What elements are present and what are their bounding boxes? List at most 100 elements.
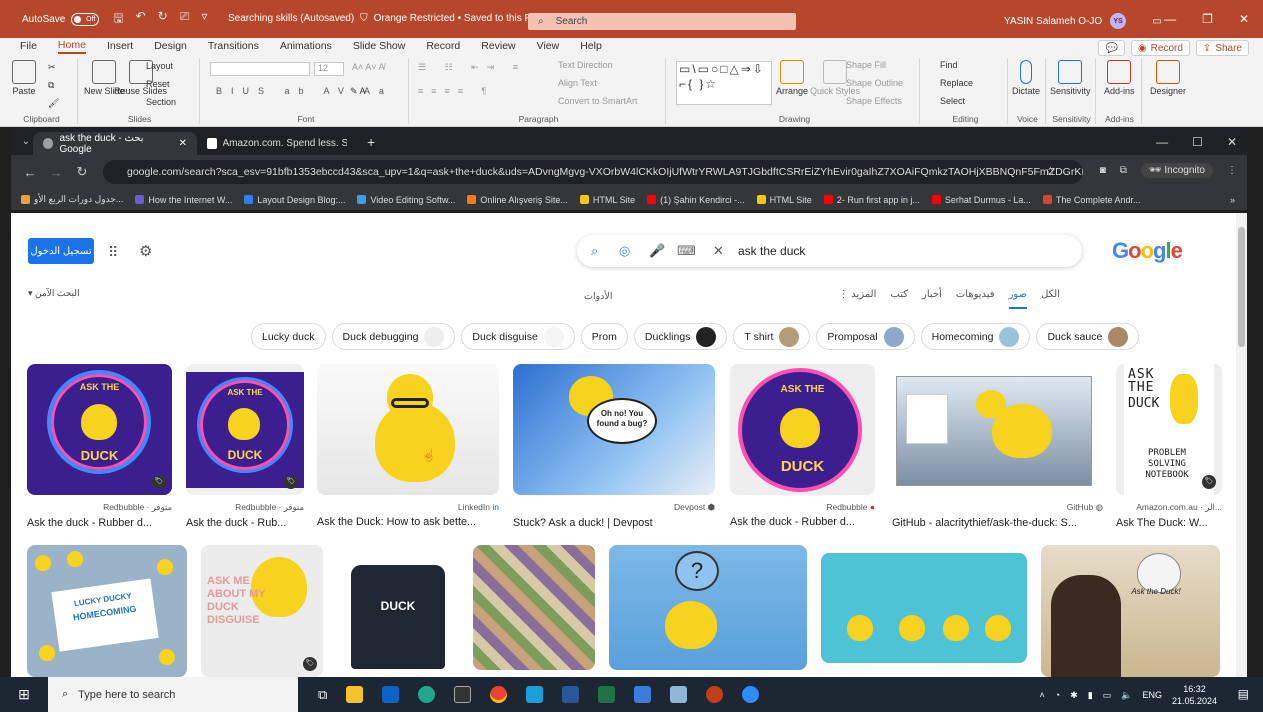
image-result[interactable] — [821, 553, 1027, 663]
reload-icon[interactable]: ↻ — [75, 164, 89, 180]
bookmark-item[interactable]: HTML Site — [579, 195, 635, 205]
bookmark-item[interactable]: Online Alışveriş Site... — [467, 195, 568, 205]
reset-button[interactable]: Reset — [146, 79, 170, 89]
keyboard-icon[interactable]: ⌨ — [677, 243, 696, 259]
tab-help[interactable]: Help — [580, 40, 602, 52]
shapes-gallery[interactable]: ▭\▭○□△⇒⇩ ⌐{ }☆ — [676, 61, 772, 105]
tools-button[interactable]: الأدوات — [584, 291, 612, 302]
select-button[interactable]: Select — [940, 96, 965, 106]
paste-button[interactable]: Paste — [12, 60, 36, 96]
result-title[interactable]: Ask the Duck: How to ask bette... — [317, 516, 499, 528]
clock[interactable]: 16:32 21.05.2024 — [1172, 683, 1217, 707]
find-button[interactable]: Find — [940, 60, 958, 70]
bookmark-item[interactable]: (1) Şahin Kendirci -... — [647, 195, 745, 205]
copy-icon[interactable]: ⧉ — [48, 80, 54, 91]
image-result[interactable]: ☝ LinkedIn in Ask the Duck: How to ask b… — [317, 364, 499, 528]
tab-review[interactable]: Review — [481, 40, 515, 52]
shape-effects-button[interactable]: Shape Effects — [846, 96, 902, 106]
image-result[interactable]: ASK THE DUCK PROBLEM SOLVING NOTEBOOK 🏷 … — [1116, 364, 1222, 529]
arrange-button[interactable]: Arrange — [776, 60, 808, 96]
tab-animations[interactable]: Animations — [280, 40, 332, 52]
chip-t-shirt[interactable]: T shirt — [733, 323, 811, 350]
volume-icon[interactable]: 🔈 — [1121, 690, 1132, 701]
outlook-icon[interactable] — [382, 686, 400, 703]
maximize-icon[interactable]: ☐ — [1192, 135, 1203, 149]
section-button[interactable]: Section — [146, 97, 176, 107]
image-result[interactable]: ASK ME ABOUT MY DUCK DISGUISE 🏷 — [201, 545, 323, 677]
bookmark-item[interactable]: The Complete Andr... — [1042, 195, 1140, 205]
result-thumbnail[interactable]: DUCK — [337, 545, 459, 677]
image-result[interactable]: GitHub ◍ GitHub - alacritythief/ask-the-… — [892, 364, 1103, 529]
bookmark-item[interactable]: Serhat Durmus - La... — [931, 195, 1031, 205]
redo-icon[interactable]: ↻ — [158, 9, 168, 30]
app-icon[interactable] — [454, 686, 472, 703]
document-title[interactable]: Searching skills (Autosaved) ⛉ Orange Re… — [228, 13, 553, 24]
menu-icon[interactable]: ⋮ — [1227, 165, 1237, 176]
result-title[interactable]: Stuck? Ask a duck! | Devpost — [513, 517, 715, 529]
google-logo[interactable]: Google — [1112, 238, 1183, 264]
close-icon[interactable]: ✕ — [1239, 12, 1249, 26]
image-result[interactable]: ASK THE DUCK 🏷 Redbubble · متوفر Ask the… — [186, 364, 304, 529]
format-painter-icon[interactable]: 🖌 — [48, 98, 59, 109]
tab-home[interactable]: Home — [57, 39, 86, 54]
minimize-icon[interactable]: — — [1156, 135, 1168, 149]
file-explorer-icon[interactable] — [346, 686, 364, 703]
designer-button[interactable]: Designer — [1150, 60, 1186, 96]
search-icon[interactable]: ⌕ — [591, 243, 598, 259]
app-icon[interactable] — [526, 686, 544, 703]
display-icon[interactable]: ▭ — [1103, 690, 1112, 701]
tab-record[interactable]: Record — [426, 40, 460, 52]
chip-duck-disguise[interactable]: Duck disguise — [461, 323, 575, 350]
back-icon[interactable]: ← — [23, 165, 37, 180]
close-icon[interactable]: ✕ — [1227, 135, 1237, 149]
record-button[interactable]: ◉ Record — [1130, 40, 1190, 56]
layout-button[interactable]: Layout — [146, 61, 173, 71]
chip-lucky-duck[interactable]: Lucky duck — [251, 323, 326, 350]
result-thumbnail[interactable]: Ask the Duck! — [1041, 545, 1220, 677]
ppt-search-box[interactable]: ⌕ Search — [528, 13, 796, 30]
notification-icon[interactable]: ▤ — [1238, 687, 1249, 701]
gear-icon[interactable]: ⚙ — [139, 242, 152, 260]
close-tab-icon[interactable]: ✕ — [179, 138, 187, 149]
font-size-box[interactable]: 12 — [314, 62, 344, 76]
font-format-icons[interactable]: BIUS ab AV Aa — [216, 86, 393, 96]
browser-tab-google[interactable]: ask the duck - بحث Google ✕ — [33, 131, 197, 156]
chip-prom[interactable]: Prom — [580, 323, 628, 350]
tab-all[interactable]: الكل — [1041, 289, 1060, 309]
google-search-box[interactable]: ⌕ ◎ 🎤 ⌨ ✕ ask the duck — [577, 235, 1082, 267]
result-thumbnail[interactable] — [473, 545, 595, 670]
share-button[interactable]: ⇪ Share — [1195, 40, 1249, 56]
microphone-icon[interactable]: 🎤 — [649, 243, 665, 259]
restore-icon[interactable]: ❐ — [1202, 12, 1213, 26]
minimize-icon[interactable]: — — [1164, 12, 1176, 26]
forward-icon[interactable]: → — [49, 165, 63, 180]
result-thumbnail[interactable]: ASK THE DUCK 🏷 — [27, 364, 172, 495]
bookmark-item[interactable]: 2- Run first app in j... — [823, 195, 920, 205]
result-title[interactable]: Ask the duck - Rubber d... — [27, 517, 172, 529]
tab-view[interactable]: View — [537, 40, 560, 52]
chip-duck-sauce[interactable]: Duck sauce — [1036, 323, 1140, 350]
result-thumbnail[interactable] — [821, 553, 1027, 663]
image-result[interactable]: ASK THE DUCK Redbubble ● Ask the duck - … — [730, 364, 875, 528]
tab-news[interactable]: أخبار — [922, 289, 942, 309]
tab-books[interactable]: كتب — [890, 289, 908, 309]
align-icons[interactable]: ≡≡≡≡ ¶ — [418, 86, 494, 96]
result-thumbnail[interactable]: ASK THE DUCK 🏷 — [186, 364, 304, 495]
result-thumbnail[interactable]: ☝ — [317, 364, 499, 495]
windows-start-icon[interactable]: ⊞ — [0, 686, 48, 703]
apps-grid-icon[interactable]: ⠿ — [108, 244, 118, 261]
result-title[interactable]: Ask the duck - Rub... — [186, 517, 304, 529]
tab-images[interactable]: صور — [1008, 289, 1028, 309]
zoom-icon[interactable] — [742, 686, 760, 703]
word-icon[interactable] — [562, 686, 580, 703]
new-tab-icon[interactable]: + — [367, 134, 375, 150]
shape-fill-button[interactable]: Shape Fill — [846, 60, 886, 70]
camera-icon[interactable]: ◙ — [1100, 165, 1106, 176]
chip-homecoming[interactable]: Homecoming — [920, 323, 1031, 350]
font-grow-icon[interactable]: A˄ A˅ A̸ — [352, 62, 385, 72]
autosave-switch[interactable]: Off — [71, 12, 100, 26]
tab-design[interactable]: Design — [154, 40, 187, 52]
excel-icon[interactable] — [598, 686, 616, 703]
more-bookmarks-icon[interactable]: » — [1230, 195, 1235, 205]
save-icon[interactable]: 🖫 — [113, 9, 123, 30]
